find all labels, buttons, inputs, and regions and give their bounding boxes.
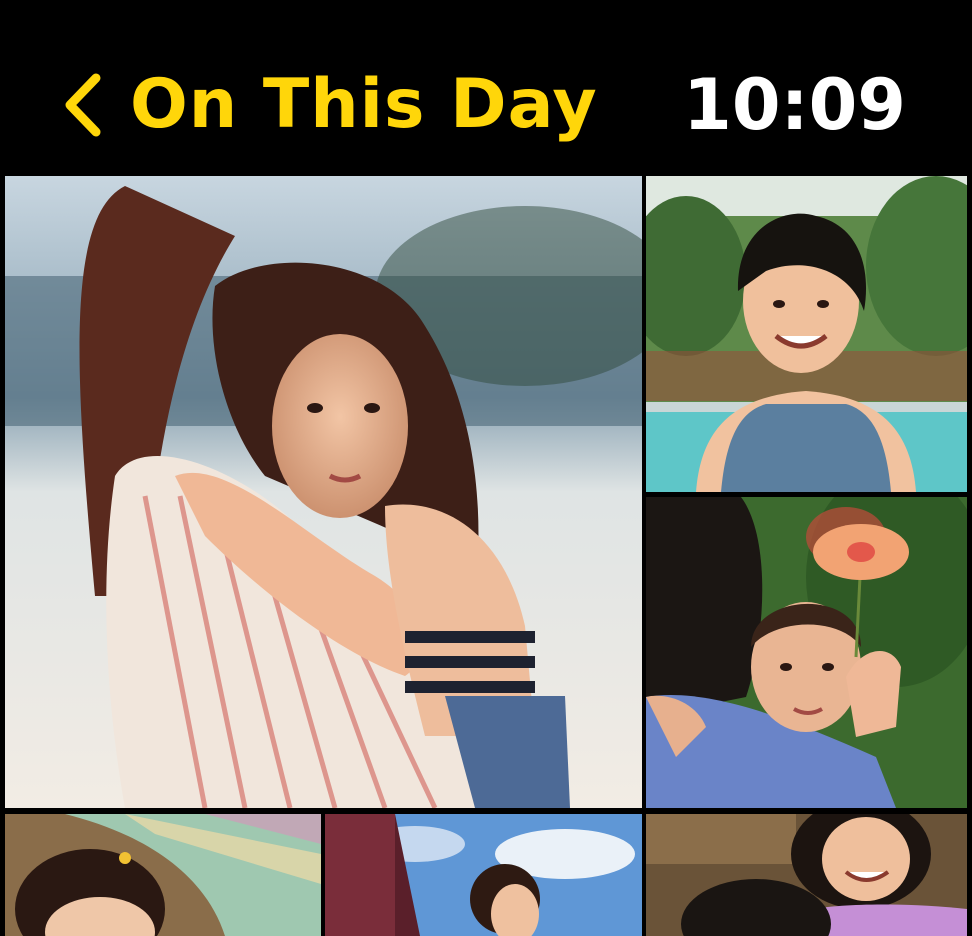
photo-girl-flower[interactable] [646,497,967,808]
time-display: 10:09 [683,64,906,146]
back-button[interactable]: On This Day [62,70,598,140]
back-label: On This Day [130,65,598,144]
photo-girl-sky[interactable] [325,814,642,936]
photo-boy-pool[interactable] [646,176,967,492]
photo-girl-hammock[interactable] [5,814,321,936]
photo-mother-daughter-hug[interactable] [5,176,642,808]
chevron-left-icon [65,73,101,137]
top-bar: On This Day 10:09 [0,0,972,172]
photo-woman-smiling[interactable] [646,814,967,936]
